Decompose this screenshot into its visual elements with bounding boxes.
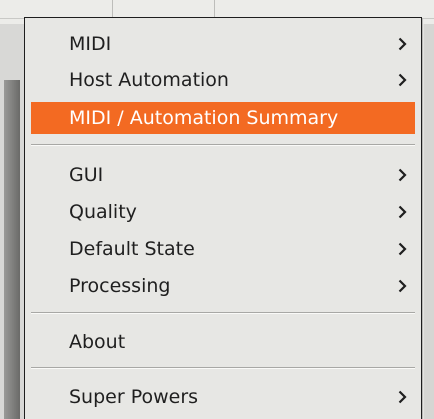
context-menu: MIDI Host Automation MIDI / Automation S…	[24, 17, 422, 419]
menu-item-about[interactable]: About	[31, 326, 415, 358]
chevron-right-icon	[398, 64, 407, 96]
menu-item-gui[interactable]: GUI	[31, 159, 415, 191]
menu-item-label: GUI	[69, 164, 104, 186]
chevron-right-icon	[398, 270, 407, 302]
menu-item-label: Quality	[69, 201, 137, 223]
chevron-right-icon	[398, 159, 407, 191]
menu-item-default-state[interactable]: Default State	[31, 233, 415, 265]
menu-item-host-automation[interactable]: Host Automation	[31, 64, 415, 96]
menu-item-label: About	[69, 331, 126, 353]
menu-item-label: Host Automation	[69, 69, 229, 91]
menu-separator	[31, 144, 415, 146]
plugin-right-panel	[424, 24, 434, 419]
menu-item-quality[interactable]: Quality	[31, 196, 415, 228]
menu-item-super-powers[interactable]: Super Powers	[31, 381, 415, 413]
menu-item-processing[interactable]: Processing	[31, 270, 415, 302]
menu-item-midi-automation-summary[interactable]: MIDI / Automation Summary	[31, 102, 415, 134]
menu-item-midi[interactable]: MIDI	[31, 28, 415, 60]
plugin-left-knob-edge	[4, 80, 20, 419]
chevron-right-icon	[398, 233, 407, 265]
menu-item-label: MIDI / Automation Summary	[69, 107, 339, 129]
menu-separator	[31, 312, 415, 314]
chevron-right-icon	[398, 196, 407, 228]
chevron-right-icon	[398, 381, 407, 413]
menu-item-label: Processing	[69, 275, 171, 297]
menu-item-label: Default State	[69, 238, 195, 260]
menu-item-label: Super Powers	[69, 386, 199, 408]
menu-separator	[31, 367, 415, 369]
chevron-right-icon	[398, 28, 407, 60]
menu-item-label: MIDI	[69, 33, 112, 55]
